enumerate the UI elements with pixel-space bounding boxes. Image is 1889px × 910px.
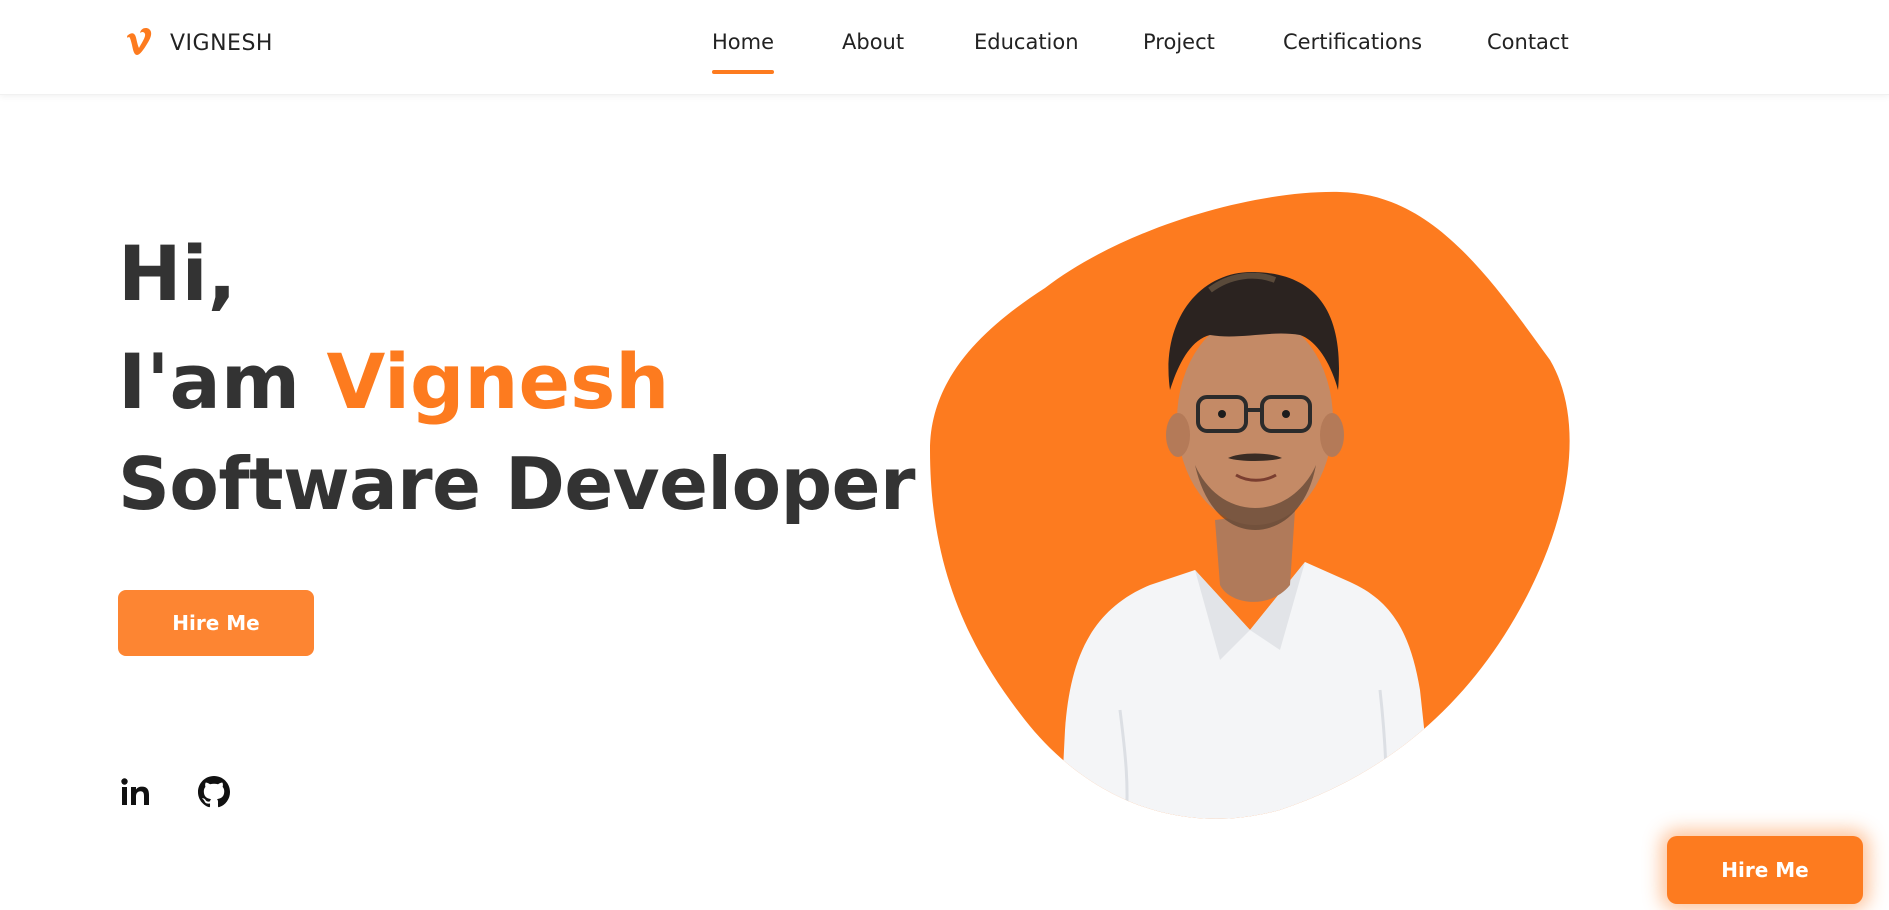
nav-certifications[interactable]: Certifications	[1283, 30, 1422, 54]
hero-greeting: Hi,	[118, 229, 237, 318]
hero-name: Vignesh	[326, 337, 670, 426]
nav-education[interactable]: Education	[974, 30, 1079, 54]
linkedin-link[interactable]	[118, 774, 154, 810]
nav-contact[interactable]: Contact	[1487, 30, 1569, 54]
nav-home[interactable]: Home	[712, 30, 775, 74]
site-header: VIGNESH Home About Education Project Cer…	[0, 0, 1889, 95]
hero-role: Software Developer	[118, 442, 915, 526]
hero-intro-prefix: I'am	[118, 337, 327, 426]
floating-hire-me-button[interactable]: Hire Me	[1667, 836, 1863, 904]
hire-me-button[interactable]: Hire Me	[118, 590, 314, 656]
hero-intro: I'am Vignesh	[118, 344, 669, 420]
github-link[interactable]	[196, 774, 232, 810]
nav-about[interactable]: About	[842, 30, 904, 54]
hero-portrait	[930, 191, 1570, 819]
linkedin-icon	[121, 778, 149, 805]
github-icon	[198, 776, 230, 808]
portfolio-page: VIGNESH Home About Education Project Cer…	[0, 0, 1889, 910]
nav-project[interactable]: Project	[1143, 30, 1215, 54]
main-nav: Home About Education Project Certificati…	[0, 0, 1889, 94]
